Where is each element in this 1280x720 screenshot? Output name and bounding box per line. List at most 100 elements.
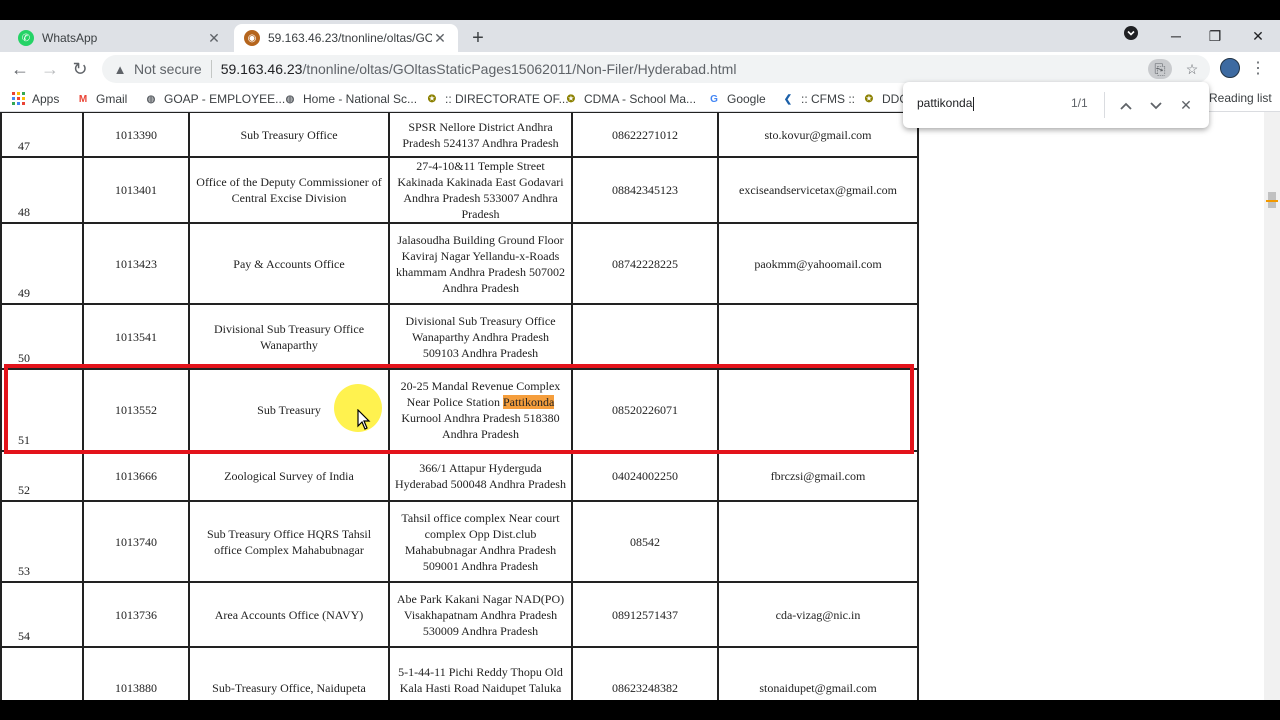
security-label[interactable]: Not secure [134, 61, 202, 77]
code-cell: 1013390 [82, 112, 190, 158]
office-cell: Office of the Deputy Commissioner of Cen… [188, 156, 390, 224]
bookmark-label: :: CFMS :: [801, 92, 855, 106]
find-bar: pattikonda 1/1 ✕ [903, 82, 1209, 128]
address-cell: 366/1 Attapur Hyderguda Hyderabad 500048… [388, 450, 573, 502]
address-cell: 5-1-44-11 Pichi Reddy Thopu Old Kala Has… [388, 646, 573, 700]
divider [1104, 92, 1105, 118]
bookmark-label: Apps [32, 92, 60, 106]
bookmark-label: :: DIRECTORATE OF... [445, 92, 569, 106]
table-row: 47 1013390 Sub Treasury Office SPSR Nell… [0, 112, 919, 158]
bookmark-national-sc[interactable]: ◍ Home - National Sc... [283, 90, 417, 108]
find-in-page-icon[interactable]: ⎘ [1148, 59, 1172, 79]
restore-icon[interactable]: ❐ [1203, 24, 1227, 48]
text-caret [973, 96, 975, 111]
email-cell [717, 303, 919, 370]
office-cell: Zoological Survey of India [188, 450, 390, 502]
table-row: 54 1013736 Area Accounts Office (NAVY) A… [0, 581, 919, 648]
email-cell [717, 500, 919, 583]
vertical-scrollbar[interactable] [1264, 112, 1280, 700]
email-cell: fbrczsi@gmail.com [717, 450, 919, 502]
bookmark-directorate[interactable]: ✪ :: DIRECTORATE OF... [425, 90, 569, 108]
code-cell: 1013736 [82, 581, 190, 648]
next-match-icon[interactable] [1145, 94, 1167, 116]
annotation-box [4, 364, 914, 454]
tab-strip: ✆ WhatsApp ✕ ◉ 59.163.46.23/tnonline/olt… [0, 20, 1280, 52]
forward-icon[interactable]: → [38, 57, 62, 81]
serial-cell: 47 [0, 112, 84, 158]
globe-icon: ◍ [285, 93, 295, 105]
phone-cell [571, 303, 719, 370]
code-cell: 1013401 [82, 156, 190, 224]
new-tab-button[interactable]: + [466, 26, 490, 50]
address-cell: Jalasoudha Building Ground Floor Kaviraj… [388, 222, 573, 305]
tab-title: 59.163.46.23/tnonline/oltas/GOlt [268, 31, 432, 45]
warning-icon[interactable]: ▲ [112, 62, 128, 77]
page-content: 47 1013390 Sub Treasury Office SPSR Nell… [0, 112, 1264, 700]
url-path: /tnonline/oltas/GOltasStaticPages1506201… [302, 61, 737, 77]
email-cell: exciseandservicetax@gmail.com [717, 156, 919, 224]
previous-match-icon[interactable] [1115, 94, 1137, 116]
bookmark-goap[interactable]: ◍ GOAP - EMPLOYEE... [144, 90, 286, 108]
address-bar[interactable]: ▲ Not secure 59.163.46.23/tnonline/oltas… [102, 55, 1210, 83]
address-cell: Tahsil office complex Near court complex… [388, 500, 573, 583]
avatar[interactable] [1220, 58, 1240, 78]
table-row: 50 1013541 Divisional Sub Treasury Offic… [0, 303, 919, 370]
cfms-icon: ❮ [783, 93, 793, 105]
video-letterbox-top [0, 0, 1280, 20]
bookmark-google[interactable]: G Google [707, 90, 766, 108]
phone-cell: 08623248382 [571, 646, 719, 700]
back-icon[interactable]: ← [8, 57, 32, 81]
office-cell: Sub Treasury Office HQRS Tahsil office C… [188, 500, 390, 583]
tab-hyderabad-page[interactable]: ◉ 59.163.46.23/tnonline/oltas/GOlt ✕ [234, 24, 458, 52]
divider [210, 60, 212, 78]
reload-icon[interactable]: ↻ [68, 57, 92, 81]
email-cell: paokmm@yahoomail.com [717, 222, 919, 305]
office-cell: Sub Treasury Office [188, 112, 390, 158]
star-icon[interactable]: ☆ [1180, 59, 1204, 79]
bookmark-apps[interactable]: Apps [12, 90, 59, 108]
serial-cell: 49 [0, 222, 84, 305]
phone-cell: 08622271012 [571, 112, 719, 158]
table-row: 53 1013740 Sub Treasury Office HQRS Tahs… [0, 500, 919, 583]
video-letterbox-bottom [0, 700, 1280, 720]
site-icon: ◉ [244, 30, 260, 46]
google-icon: G [710, 93, 718, 105]
serial-cell: 55 [0, 646, 84, 700]
serial-cell: 50 [0, 303, 84, 370]
apps-grid-icon [12, 92, 26, 106]
close-window-icon[interactable]: ✕ [1246, 24, 1270, 48]
bookmark-cdma[interactable]: ✪ CDMA - School Ma... [564, 90, 696, 108]
code-cell: 1013880 [82, 646, 190, 700]
find-result-marker [1266, 200, 1278, 202]
match-count: 1/1 [1071, 96, 1088, 110]
office-cell: Pay & Accounts Office [188, 222, 390, 305]
phone-cell: 04024002250 [571, 450, 719, 502]
menu-icon[interactable]: ⋮ [1250, 58, 1266, 80]
phone-cell: 08842345123 [571, 156, 719, 224]
phone-cell: 08542 [571, 500, 719, 583]
close-icon[interactable]: ✕ [432, 30, 448, 47]
find-input[interactable]: pattikonda [917, 96, 975, 111]
globe-icon: ◍ [146, 93, 156, 105]
address-cell: SPSR Nellore District Andhra Pradesh 524… [388, 112, 573, 158]
minimize-icon[interactable]: ─ [1164, 24, 1188, 48]
bookmark-label: Gmail [96, 92, 128, 106]
address-cell: Abe Park Kakani Nagar NAD(PO) Visakhapat… [388, 581, 573, 648]
phone-cell: 08912571437 [571, 581, 719, 648]
bookmark-gmail[interactable]: M Gmail [76, 90, 128, 108]
emblem-icon: ✪ [864, 93, 874, 105]
table-row: 48 1013401 Office of the Deputy Commissi… [0, 156, 919, 224]
table-row: 49 1013423 Pay & Accounts Office Jalasou… [0, 222, 919, 305]
emblem-icon: ✪ [566, 93, 576, 105]
bookmark-cfms[interactable]: ❮ :: CFMS :: [781, 90, 855, 108]
address-cell: 27-4-10&11 Temple Street Kakinada Kakina… [388, 156, 573, 224]
tab-whatsapp[interactable]: ✆ WhatsApp ✕ [8, 24, 232, 52]
close-find-icon[interactable]: ✕ [1175, 94, 1197, 116]
mouse-pointer-icon [357, 408, 371, 436]
close-icon[interactable]: ✕ [206, 30, 222, 47]
bookmark-ddo[interactable]: ✪ DDO [862, 90, 909, 108]
bookmark-label: Google [727, 92, 766, 106]
tab-search-icon[interactable] [1119, 24, 1143, 48]
serial-cell: 54 [0, 581, 84, 648]
reading-list-button[interactable]: Reading list [1209, 91, 1272, 105]
